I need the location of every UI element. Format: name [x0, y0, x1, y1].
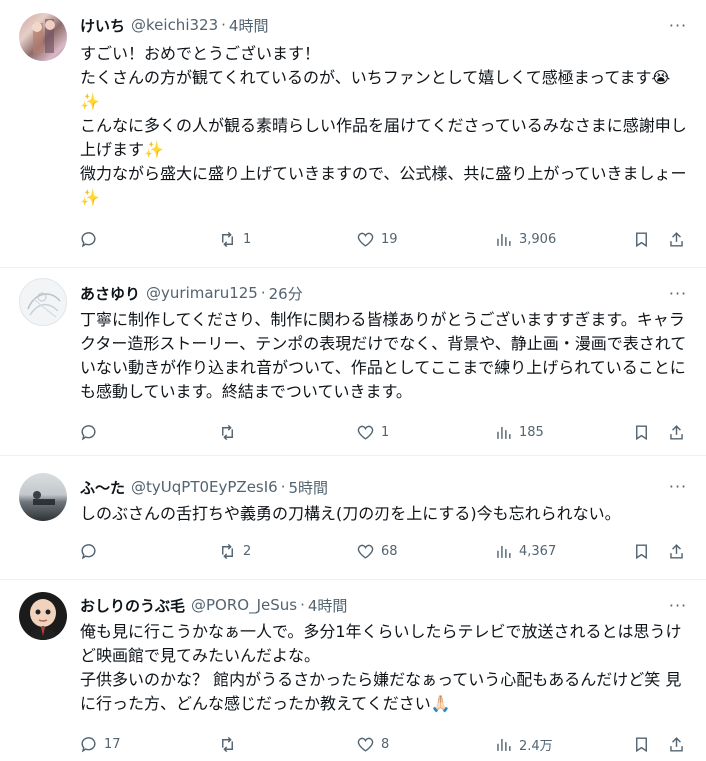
bookmark-button[interactable] — [632, 540, 651, 562]
views-button[interactable]: 4,367 — [494, 540, 556, 562]
user-handle[interactable]: @yurimaru125 — [146, 284, 258, 302]
post-header: けいち @keichi323 · 4時間 — [80, 14, 268, 36]
bookmark-icon — [636, 424, 647, 440]
like-button[interactable]: 8 — [356, 733, 389, 755]
like-count: 1 — [381, 424, 390, 440]
avatar[interactable] — [19, 473, 67, 521]
post-header: ふ〜た @tyUqPT0EyPZesI6 · 5時間 — [80, 476, 328, 498]
separator: · — [260, 284, 266, 302]
user-handle[interactable]: @keichi323 — [131, 16, 218, 34]
post-text: 俺も見に行こうかなぁ一人で。多分1年くらいしたらテレビで放送されるとは思うけど映… — [80, 622, 682, 713]
like-count: 19 — [381, 231, 398, 247]
bookmark-icon — [636, 736, 647, 752]
heart-icon — [357, 425, 374, 440]
display-name[interactable]: ふ〜た — [80, 477, 125, 498]
reply-icon — [81, 231, 96, 247]
views-button[interactable]: 185 — [494, 421, 544, 443]
avatar[interactable] — [19, 278, 67, 326]
reply-button[interactable]: 17 — [79, 733, 121, 755]
post[interactable]: おしりのうぶ毛 @PORO_JeSus · 4時間 ··· 俺も見に行こうかなぁ… — [0, 580, 706, 761]
more-options-icon[interactable]: ··· — [668, 15, 688, 35]
timestamp[interactable]: 5時間 — [289, 477, 329, 498]
like-count: 8 — [381, 736, 390, 752]
like-button[interactable]: 1 — [356, 421, 389, 443]
post[interactable]: あさゆり @yurimaru125 · 26分 ··· 丁寧に制作してくださり、… — [0, 268, 706, 456]
avatar-image — [30, 599, 56, 640]
views-chart-icon — [497, 233, 511, 246]
post-header: おしりのうぶ毛 @PORO_JeSus · 4時間 — [80, 594, 347, 616]
more-options-icon[interactable]: ··· — [668, 595, 688, 615]
views-chart-icon — [497, 426, 511, 439]
user-handle[interactable]: @PORO_JeSus — [191, 596, 297, 614]
separator: · — [280, 478, 286, 496]
repost-count: 1 — [243, 231, 252, 247]
views-button[interactable]: 3,906 — [494, 228, 556, 250]
timestamp[interactable]: 4時間 — [229, 15, 269, 36]
bookmark-icon — [636, 231, 647, 247]
separator: · — [300, 596, 305, 614]
bookmark-button[interactable] — [632, 228, 651, 250]
post-text: しのぶさんの舌打ちや義勇の刀構え(刀の刃を上にする)今も忘れられない。 — [80, 504, 621, 523]
avatar[interactable] — [19, 592, 67, 640]
bookmark-icon — [636, 543, 647, 559]
avatar[interactable] — [19, 13, 67, 61]
avatar-image — [33, 491, 55, 505]
repost-count: 2 — [243, 543, 252, 559]
display-name[interactable]: けいち — [80, 15, 125, 36]
heart-icon — [357, 737, 374, 752]
view-count: 2.4万 — [519, 738, 553, 754]
more-options-icon[interactable]: ··· — [668, 283, 688, 303]
post[interactable]: けいち @keichi323 · 4時間 ··· すごい！おめでとうございます！… — [0, 0, 706, 268]
share-icon — [670, 736, 683, 752]
view-count: 4,367 — [519, 543, 557, 559]
bookmark-button[interactable] — [632, 421, 651, 443]
share-icon — [670, 231, 683, 247]
post-text: すごい！おめでとうございます！ たくさんの方が観てくれているのが、いちファンとし… — [80, 44, 687, 207]
bookmark-button[interactable] — [632, 733, 651, 755]
reply-icon — [81, 543, 96, 559]
separator: · — [221, 16, 226, 34]
heart-icon — [357, 544, 374, 559]
timestamp[interactable]: 26分 — [269, 283, 303, 304]
display-name[interactable]: あさゆり — [80, 283, 140, 304]
avatar-image — [27, 292, 61, 318]
share-button[interactable] — [667, 421, 686, 443]
reply-button[interactable] — [79, 540, 104, 562]
heart-icon — [357, 232, 374, 247]
repost-icon — [222, 231, 233, 247]
share-icon — [670, 543, 683, 559]
repost-button[interactable]: 2 — [218, 540, 251, 562]
display-name[interactable]: おしりのうぶ毛 — [80, 595, 185, 616]
like-count: 68 — [381, 543, 398, 559]
share-button[interactable] — [667, 228, 686, 250]
repost-button[interactable] — [218, 421, 243, 443]
like-button[interactable]: 19 — [356, 228, 398, 250]
views-chart-icon — [497, 545, 511, 558]
view-count: 3,906 — [519, 231, 557, 247]
post-header: あさゆり @yurimaru125 · 26分 — [80, 282, 303, 304]
post-text: 丁寧に制作してくださり、制作に関わる皆様ありがとうございますすぎます。キャラクタ… — [80, 310, 687, 401]
views-chart-icon — [497, 738, 511, 751]
repost-button[interactable] — [218, 733, 243, 755]
timestamp[interactable]: 4時間 — [308, 595, 348, 616]
views-button[interactable]: 2.4万 — [494, 733, 553, 755]
like-button[interactable]: 68 — [356, 540, 398, 562]
share-button[interactable] — [667, 540, 686, 562]
reply-icon — [81, 424, 96, 440]
more-options-icon[interactable]: ··· — [668, 476, 688, 496]
share-button[interactable] — [667, 733, 686, 755]
reply-button[interactable] — [79, 228, 104, 250]
reply-count: 17 — [104, 736, 121, 752]
reply-button[interactable] — [79, 421, 104, 443]
reply-icon — [81, 736, 96, 752]
user-handle[interactable]: @tyUqPT0EyPZesI6 — [131, 478, 278, 496]
view-count: 185 — [519, 424, 544, 440]
post[interactable]: ふ〜た @tyUqPT0EyPZesI6 · 5時間 ··· しのぶさんの舌打ち… — [0, 456, 706, 580]
repost-icon — [222, 424, 233, 440]
avatar-image — [32, 19, 55, 53]
share-icon — [670, 424, 683, 440]
repost-icon — [222, 543, 233, 559]
repost-button[interactable]: 1 — [218, 228, 251, 250]
repost-icon — [222, 736, 233, 752]
